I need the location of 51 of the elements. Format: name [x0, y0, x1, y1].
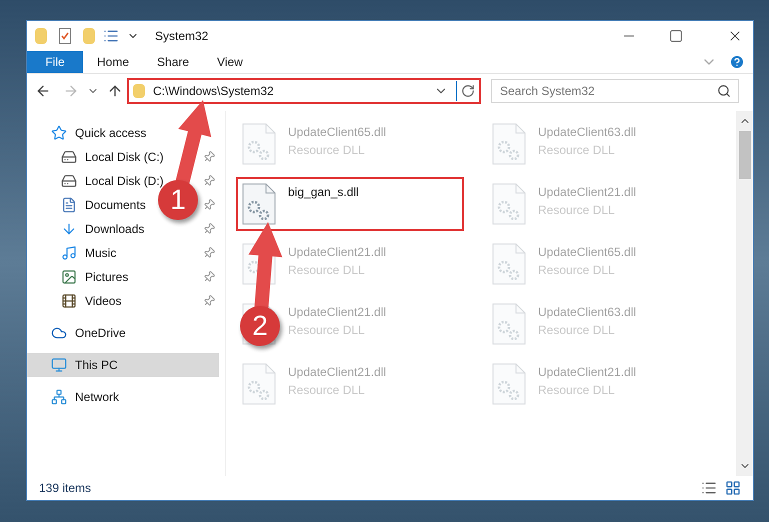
scrollbar[interactable] [736, 111, 753, 476]
window-title: System32 [155, 28, 208, 45]
dll-file-icon [242, 123, 276, 165]
address-bar[interactable]: C:\Windows\System32 [127, 78, 481, 104]
refresh-icon[interactable] [461, 84, 475, 98]
search-field[interactable]: Search System32 [491, 78, 739, 102]
film-icon [61, 293, 77, 309]
document-icon [61, 197, 77, 213]
help-icon[interactable] [729, 54, 745, 70]
sidebar-item[interactable]: Pictures [85, 270, 128, 284]
dll-file-icon [242, 183, 276, 225]
folder-icon [133, 84, 145, 98]
network-icon [51, 389, 67, 405]
dll-file-icon [492, 303, 526, 345]
file-tile[interactable]: big_gan_s.dll [236, 177, 464, 231]
sidebar-item[interactable]: Music [85, 246, 116, 260]
monitor-icon [51, 357, 67, 373]
drive-icon [61, 173, 77, 189]
music-note-icon [61, 245, 77, 261]
list-icon[interactable] [103, 28, 119, 44]
ribbon-tab[interactable]: View [203, 51, 257, 73]
back-icon[interactable] [35, 82, 51, 98]
sidebar-item[interactable]: This PC [27, 353, 219, 377]
file-tab[interactable]: File [27, 51, 83, 73]
picture-icon [61, 269, 77, 285]
dll-file-icon [492, 183, 526, 225]
sidebar-item[interactable]: Videos [85, 294, 122, 308]
drive-icon [61, 149, 77, 165]
up-icon[interactable] [107, 82, 123, 98]
ribbon-tab[interactable]: Home [83, 51, 144, 73]
sidebar-item[interactable]: Quick access [75, 126, 146, 140]
properties-icon[interactable] [59, 28, 71, 44]
item-count: 139 items [39, 480, 92, 497]
file-name: big_gan_s.dll [288, 184, 359, 201]
star-icon [51, 125, 67, 141]
sidebar-item[interactable]: Network [75, 390, 120, 404]
search-icon[interactable] [717, 84, 731, 98]
ribbon-tab[interactable]: Share [143, 51, 204, 73]
details-view-icon[interactable] [701, 480, 717, 496]
sidebar-item[interactable]: Documents [85, 198, 146, 212]
tiles-view-icon[interactable] [725, 480, 741, 496]
scroll-thumb[interactable] [738, 131, 750, 179]
sidebar-item[interactable]: Local Disk (C:) [85, 150, 164, 164]
sidebar-item[interactable]: OneDrive [75, 326, 126, 340]
dll-file-icon [492, 363, 526, 405]
dll-file-icon [492, 243, 526, 285]
maximize-icon[interactable] [669, 29, 683, 43]
dll-file-icon [242, 363, 276, 405]
dll-file-icon [492, 123, 526, 165]
sidebar-item[interactable]: Downloads [85, 222, 144, 236]
cloud-icon [51, 325, 67, 341]
